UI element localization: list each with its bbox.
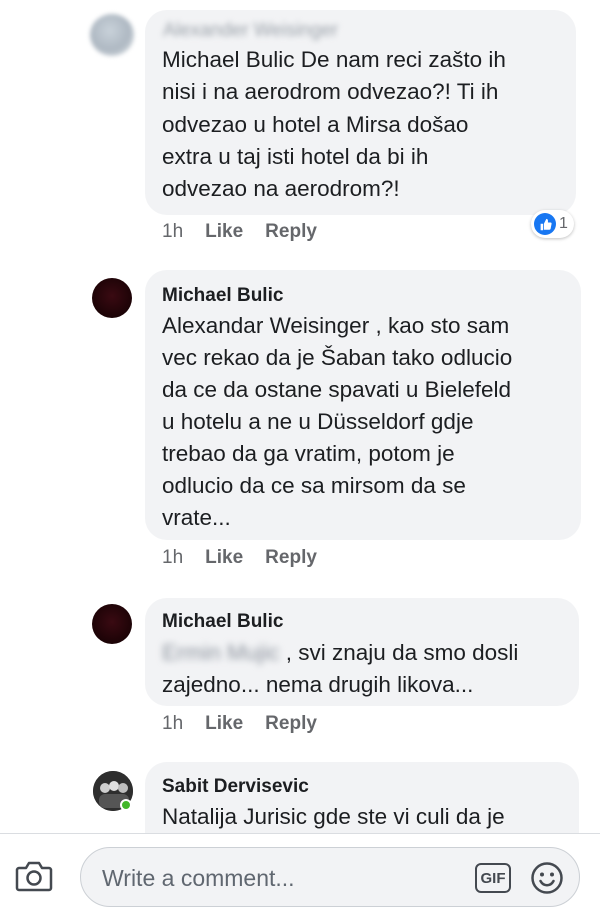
avatar[interactable] <box>92 278 132 318</box>
comment-composer-bar: Write a comment... GIF <box>0 833 600 915</box>
comment-text-line: odvezao u hotel a Mirsa došao <box>162 112 469 137</box>
avatar[interactable] <box>92 604 132 644</box>
comment-text-line: da ce da ostane spavati u Bielefeld <box>162 377 511 402</box>
comment-text-line: odvezao na aerodrom?! <box>162 176 400 201</box>
online-status-indicator <box>120 799 132 811</box>
gif-icon: GIF <box>475 863 511 893</box>
camera-icon[interactable] <box>14 858 54 894</box>
comment-author[interactable]: Michael Bulic <box>162 611 283 633</box>
gif-label: GIF <box>480 869 506 887</box>
reaction-badge[interactable]: 1 <box>531 210 574 238</box>
comment-timestamp: 1h <box>162 547 184 568</box>
comment-text-line: nisi i na aerodrom odvezao?! Ti ih <box>162 79 499 104</box>
comment-text-line: Alexandar Weisinger , kao sto sam <box>162 313 510 338</box>
like-link[interactable]: Like <box>205 713 243 734</box>
comment-text-line: vec rekao da je Šaban tako odlucio <box>162 345 513 370</box>
comment-timestamp: 1h <box>162 221 184 242</box>
comment-text-line: Natalija Jurisic gde ste vi culi da je <box>162 804 505 829</box>
comment-author[interactable]: Sabit Dervisevic <box>162 776 309 798</box>
comment-actions: 1h Like Reply <box>162 547 317 569</box>
like-link[interactable]: Like <box>205 221 243 242</box>
reply-link[interactable]: Reply <box>265 713 317 734</box>
comment-timestamp: 1h <box>162 713 184 734</box>
comment-input-placeholder: Write a comment... <box>102 865 295 891</box>
mentioned-user[interactable]: Ermin Mujic <box>162 637 280 669</box>
like-link[interactable]: Like <box>205 547 243 568</box>
smiley-icon[interactable] <box>529 860 565 896</box>
reaction-count: 1 <box>559 215 568 232</box>
comment-text-line: trebao da ga vratim, potom je <box>162 441 455 466</box>
comment-text-line: extra u taj isti hotel da bi ih <box>162 144 429 169</box>
comment-text-line: Ermin Mujic , svi znaju da smo dosli <box>162 637 518 669</box>
reply-link[interactable]: Reply <box>265 547 317 568</box>
comment-text-line: zajedno... nema drugih likova... <box>162 672 474 697</box>
comment-text-line: vrate... <box>162 505 231 530</box>
comment-text-line: u hotelu a ne u Düsseldorf gdje <box>162 409 474 434</box>
comment-author[interactable]: Michael Bulic <box>162 285 283 307</box>
comment-text-line: Michael Bulic De nam reci zašto ih <box>162 47 506 72</box>
thumbs-up-icon <box>534 213 556 235</box>
gif-button[interactable]: GIF <box>473 862 513 894</box>
comment-input[interactable]: Write a comment... GIF <box>80 847 580 907</box>
comment-text-line: odlucio da ce sa mirsom da se <box>162 473 466 498</box>
comment-author[interactable]: Alexander Weisinger <box>163 20 338 42</box>
comment-actions: 1h Like Reply <box>162 221 317 243</box>
comment-actions: 1h Like Reply <box>162 713 317 735</box>
comment-text: , svi znaju da smo dosli <box>285 640 519 665</box>
avatar[interactable] <box>90 14 134 56</box>
reply-link[interactable]: Reply <box>265 221 317 242</box>
